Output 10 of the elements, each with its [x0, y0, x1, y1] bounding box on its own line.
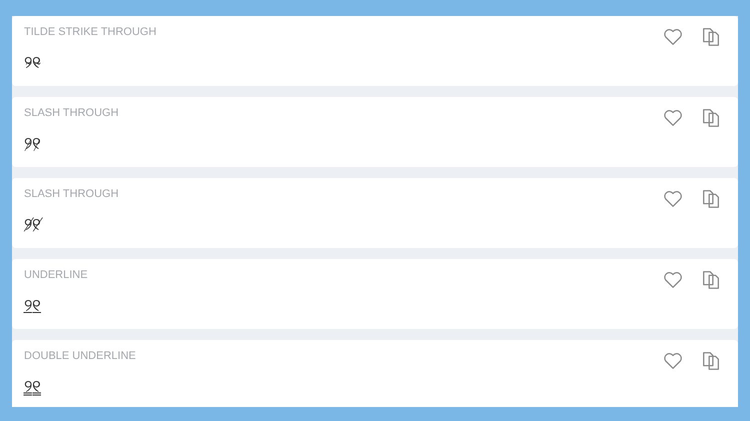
- style-title: SLASH THROUGH: [24, 106, 119, 121]
- style-title: SLASH THROUGH: [24, 187, 119, 202]
- styled-text: ୨̳୧̳: [24, 376, 42, 398]
- styled-text: ୨̸୧̸: [24, 214, 44, 236]
- styled-text: ୨̷୧̷: [24, 132, 42, 156]
- styled-text: ୨̴୧̴: [24, 52, 42, 74]
- style-title: DOUBLE UNDERLINE: [24, 349, 136, 364]
- styled-text: ୨̲୧̲: [24, 294, 42, 318]
- style-title: TILDE STRIKE THROUGH: [24, 25, 156, 40]
- style-title: UNDERLINE: [24, 268, 88, 283]
